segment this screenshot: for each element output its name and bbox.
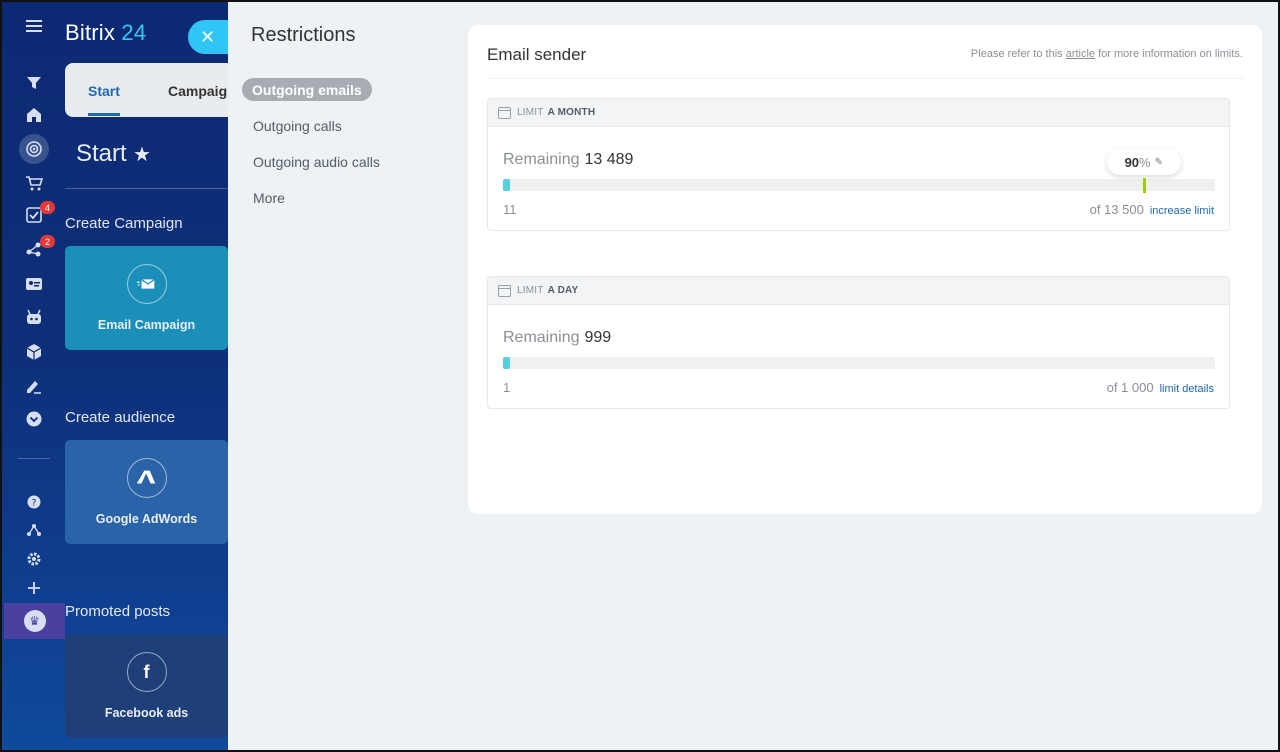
rail-divider [18, 458, 50, 459]
limits-info-note: Please refer to this article for more in… [971, 48, 1243, 60]
tab-start[interactable]: Start [88, 83, 120, 99]
daily-limit-box: LIMIT A DAY Remaining 999 1 of 1 000 limit… [487, 276, 1230, 409]
total-row: of 13 500 increase limit [1090, 202, 1214, 217]
limit-header: LIMIT A DAY [488, 277, 1229, 305]
calendar-icon [498, 106, 511, 119]
settings-gear-icon[interactable] [22, 547, 46, 571]
threshold-value: 90 [1124, 154, 1140, 170]
remaining-row: Remaining 999 [503, 329, 611, 347]
note-suffix: for more information on limits. [1098, 48, 1243, 60]
menu-item-outgoing-audio-calls[interactable]: Outgoing audio calls [253, 154, 380, 170]
progress-track [503, 357, 1215, 369]
add-plus-icon[interactable] [22, 576, 46, 600]
target-icon[interactable] [22, 137, 46, 161]
icon-rail: 4 2 ? ♛ [2, 2, 65, 750]
total-limit: of 13 500 [1089, 202, 1144, 217]
threshold-unit: % [1139, 154, 1151, 170]
progress-track [503, 179, 1215, 191]
bitrix24-logo[interactable]: Bitrix 24 [65, 20, 146, 46]
adwords-icon [126, 458, 167, 498]
menu-item-outgoing-emails[interactable]: Outgoing emails [242, 78, 372, 101]
active-tab-underline [88, 113, 120, 116]
tasks-badge: 4 [40, 201, 55, 214]
close-slider-button[interactable]: ✕ [188, 20, 232, 54]
notify-threshold-badge[interactable]: 90% ✎ [1106, 149, 1181, 175]
tile-label: Google AdWords [95, 512, 198, 526]
note-prefix: Please refer to this [970, 48, 1063, 60]
crm-badge: 2 [40, 235, 55, 248]
remaining-label: Remaining [503, 329, 580, 346]
contact-card-icon[interactable] [22, 272, 46, 296]
remaining-row: Remaining 13 489 [503, 151, 633, 169]
section-heading-create-audience: Create audience [65, 409, 176, 426]
page-title: Start [76, 140, 127, 167]
panel-title: Restrictions [251, 24, 356, 46]
email-campaign-tile[interactable]: Email Campaign [65, 246, 228, 350]
card-divider [487, 78, 1243, 79]
help-icon[interactable]: ? [22, 490, 46, 514]
limit-label: LIMIT [517, 107, 544, 118]
threshold-marker[interactable] [1142, 178, 1146, 193]
calendar-icon [498, 284, 511, 297]
pencil-icon[interactable]: ✎ [1155, 157, 1163, 168]
svg-text:?: ? [32, 499, 37, 509]
facebook-icon: f [126, 652, 167, 692]
tab-campaigns[interactable]: Campaig [168, 83, 227, 99]
remaining-label: Remaining [503, 151, 580, 168]
org-structure-icon[interactable] [22, 518, 46, 542]
limit-period: A MONTH [547, 107, 596, 118]
box-icon[interactable] [22, 340, 46, 364]
facebook-ads-tile[interactable]: f Facebook ads [65, 634, 228, 738]
remaining-value: 13 489 [584, 151, 634, 168]
close-icon: ✕ [200, 26, 216, 47]
envelope-icon [126, 264, 167, 304]
robot-icon[interactable] [22, 305, 46, 329]
tile-label: Facebook ads [104, 706, 189, 720]
home-icon[interactable] [22, 103, 46, 127]
logo-number: 24 [121, 20, 147, 45]
menu-item-more[interactable]: More [253, 190, 285, 206]
cart-icon[interactable] [22, 171, 46, 195]
limit-details-link[interactable]: limit details [1160, 383, 1214, 395]
restrictions-panel: Restrictions Outgoing emails Outgoing ca… [228, 2, 1278, 750]
progress-fill [503, 179, 510, 191]
monthly-limit-box: LIMIT A MONTH Remaining 13 489 90% ✎ 11 of… [487, 98, 1230, 231]
top-tabs: Start Campaig [65, 63, 235, 117]
header-divider [65, 188, 228, 189]
increase-limit-link[interactable]: increase limit [1150, 205, 1214, 217]
crown-icon: ♛ [23, 610, 46, 632]
limit-header: LIMIT A MONTH [488, 99, 1229, 127]
signature-icon[interactable] [22, 374, 46, 398]
filter-icon[interactable] [22, 71, 46, 95]
remaining-value: 999 [584, 329, 612, 346]
email-sender-card: Email sender Please refer to this articl… [468, 25, 1262, 514]
card-title: Email sender [487, 45, 587, 64]
article-link[interactable]: article [1066, 48, 1095, 60]
total-row: of 1 000 limit details [1107, 380, 1214, 395]
favorite-star-icon[interactable]: ★ [133, 142, 151, 167]
tile-label: Email Campaign [97, 318, 196, 332]
google-adwords-tile[interactable]: Google AdWords [65, 440, 228, 544]
logo-text: Bitrix [65, 20, 116, 45]
app-background: 4 2 ? ♛ Bitrix 24 Start Campaig Start ★ … [2, 2, 235, 750]
hamburger-menu-icon[interactable] [22, 14, 46, 38]
used-count: 11 [503, 202, 517, 217]
screen-frame: 4 2 ? ♛ Bitrix 24 Start Campaig Start ★ … [0, 0, 1280, 752]
section-heading-promoted-posts: Promoted posts [65, 603, 171, 620]
limit-period: A DAY [547, 285, 579, 296]
more-chevron-icon[interactable] [22, 407, 46, 431]
limit-label: LIMIT [517, 285, 544, 296]
section-heading-create-campaign: Create Campaign [65, 215, 183, 232]
upgrade-plan-button[interactable]: ♛ [4, 603, 65, 639]
progress-fill [503, 357, 510, 369]
used-count: 1 [503, 380, 511, 395]
menu-item-outgoing-calls[interactable]: Outgoing calls [253, 118, 342, 134]
total-limit: of 1 000 [1106, 380, 1154, 395]
